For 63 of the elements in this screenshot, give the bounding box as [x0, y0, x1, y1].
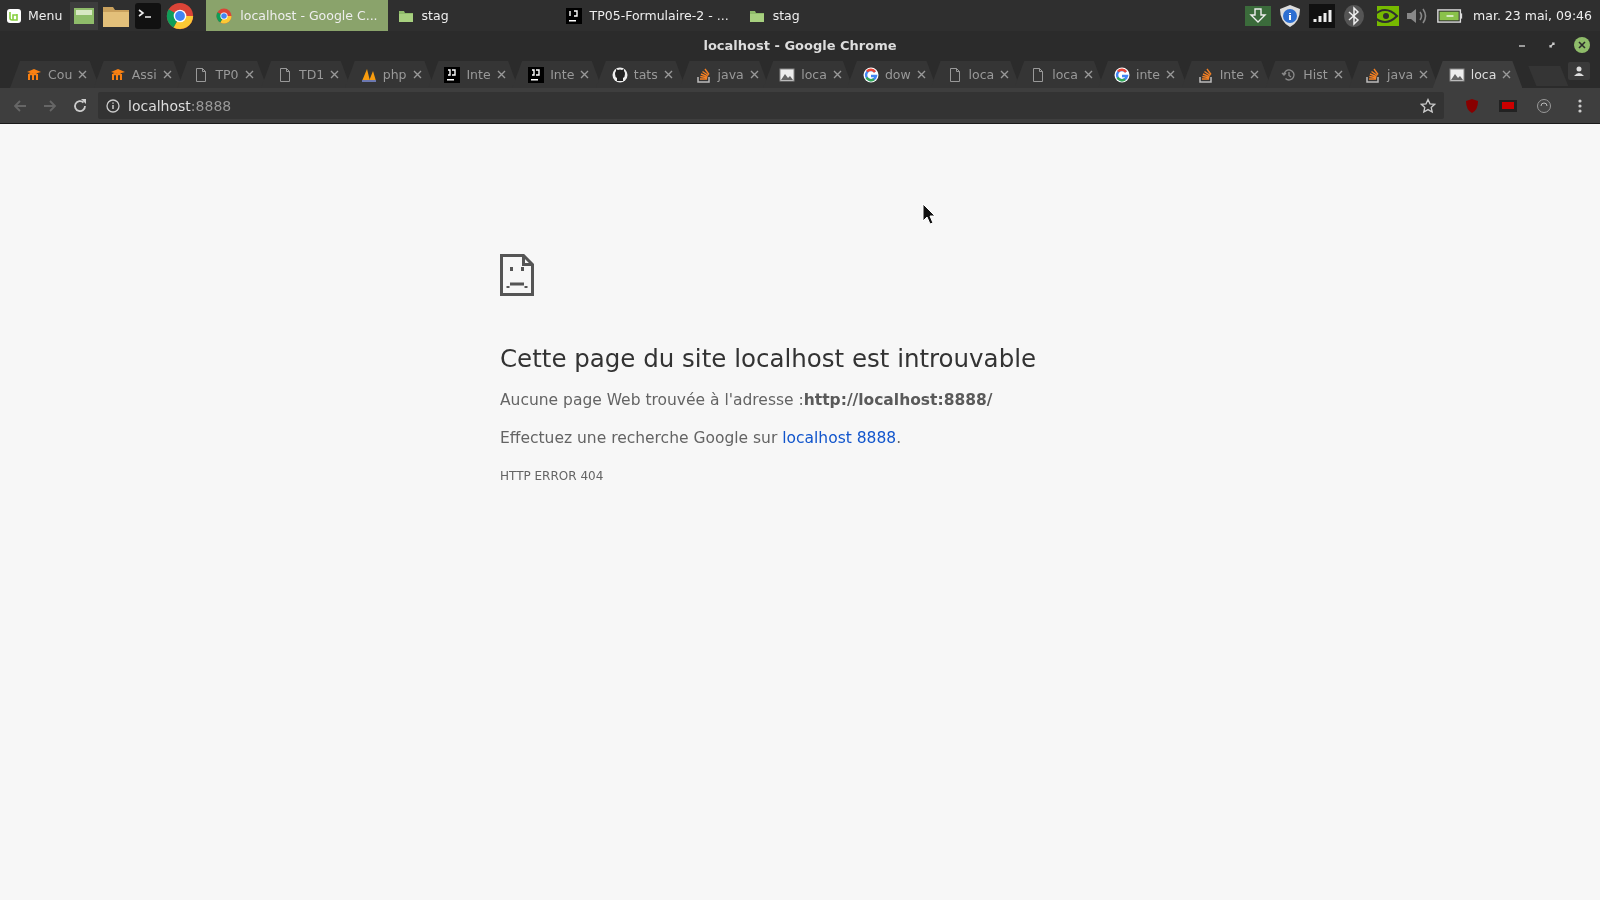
download-icon[interactable] — [1245, 3, 1272, 28]
close-icon[interactable] — [749, 70, 759, 79]
close-icon[interactable] — [1165, 70, 1175, 79]
close-icon[interactable] — [580, 70, 590, 79]
menu-button[interactable]: Menu — [0, 0, 71, 31]
mouse-pointer-icon — [922, 203, 936, 225]
image-icon — [1448, 66, 1465, 83]
taskbar-window-button[interactable]: stag — [738, 0, 907, 31]
close-icon[interactable] — [1333, 70, 1343, 79]
close-icon[interactable] — [1000, 70, 1010, 79]
browser-tab[interactable]: loca — [1432, 61, 1523, 88]
moodle-icon — [26, 66, 42, 83]
window-title: localhost - Google Chrome — [703, 37, 897, 53]
maximize-icon[interactable] — [1547, 40, 1557, 50]
mint-logo-icon — [6, 7, 22, 24]
info-icon[interactable] — [106, 98, 120, 113]
stack-icon — [1197, 66, 1214, 83]
taskbar-window-button[interactable]: localhost - Google C... — [206, 0, 388, 31]
error-message: Aucune page Web trouvée à l'adresse :http://localhost:8888/ — [500, 391, 994, 409]
url-text: localhost:8888 — [128, 97, 232, 114]
signal-icon[interactable] — [1309, 3, 1336, 28]
close-icon[interactable] — [1083, 70, 1093, 79]
close-icon[interactable] — [663, 70, 673, 79]
reload-icon[interactable] — [72, 97, 88, 114]
close-icon[interactable] — [496, 70, 506, 79]
chrome-icon — [216, 7, 233, 24]
google-icon — [1113, 66, 1130, 83]
taskbar-window-button[interactable]: TP05-Formulaire-2 - ... — [555, 0, 739, 31]
person-icon — [1573, 65, 1586, 77]
jetbrains-icon — [528, 66, 545, 83]
search-suggestion: Effectuez une recherche Google sur localhost 8888. — [500, 429, 903, 447]
star-icon[interactable] — [1420, 97, 1436, 114]
close-icon[interactable] — [916, 70, 926, 79]
search-link[interactable]: localhost 8888 — [782, 429, 897, 447]
terminal-launcher-icon[interactable] — [134, 1, 163, 30]
image-icon — [779, 66, 796, 83]
clock[interactable]: mar. 23 mai, 09:46 — [1469, 8, 1600, 23]
jetbrains-icon — [565, 7, 582, 24]
history-icon — [1281, 66, 1298, 83]
close-icon[interactable] — [1419, 70, 1429, 79]
desktop-launcher-icon[interactable] — [70, 1, 99, 30]
jetbrains-icon — [444, 66, 461, 83]
close-icon[interactable] — [412, 70, 422, 79]
octocat-icon — [611, 66, 628, 83]
taskbar-window-button[interactable]: stag — [387, 0, 556, 31]
close-icon[interactable] — [330, 70, 340, 79]
close-button[interactable] — [1572, 35, 1592, 55]
chrome-launcher-icon[interactable] — [166, 1, 195, 30]
close-icon[interactable] — [162, 70, 172, 79]
stack-icon — [1365, 66, 1381, 83]
error-heading: Cette page du site localhost est introuvable — [500, 344, 1038, 373]
sad-document-icon — [500, 254, 534, 296]
profile-button[interactable] — [1568, 62, 1591, 80]
close-icon[interactable] — [1502, 70, 1512, 79]
close-icon[interactable] — [832, 70, 842, 79]
google-icon — [862, 66, 879, 83]
moodle-icon — [109, 66, 126, 83]
stack-icon — [695, 66, 712, 83]
close-icon[interactable] — [244, 70, 254, 79]
close-icon[interactable] — [78, 70, 88, 79]
address-bar[interactable]: localhost:8888 — [98, 92, 1444, 119]
close-icon[interactable] — [1249, 70, 1259, 79]
error-code: HTTP ERROR 404 — [500, 469, 605, 483]
